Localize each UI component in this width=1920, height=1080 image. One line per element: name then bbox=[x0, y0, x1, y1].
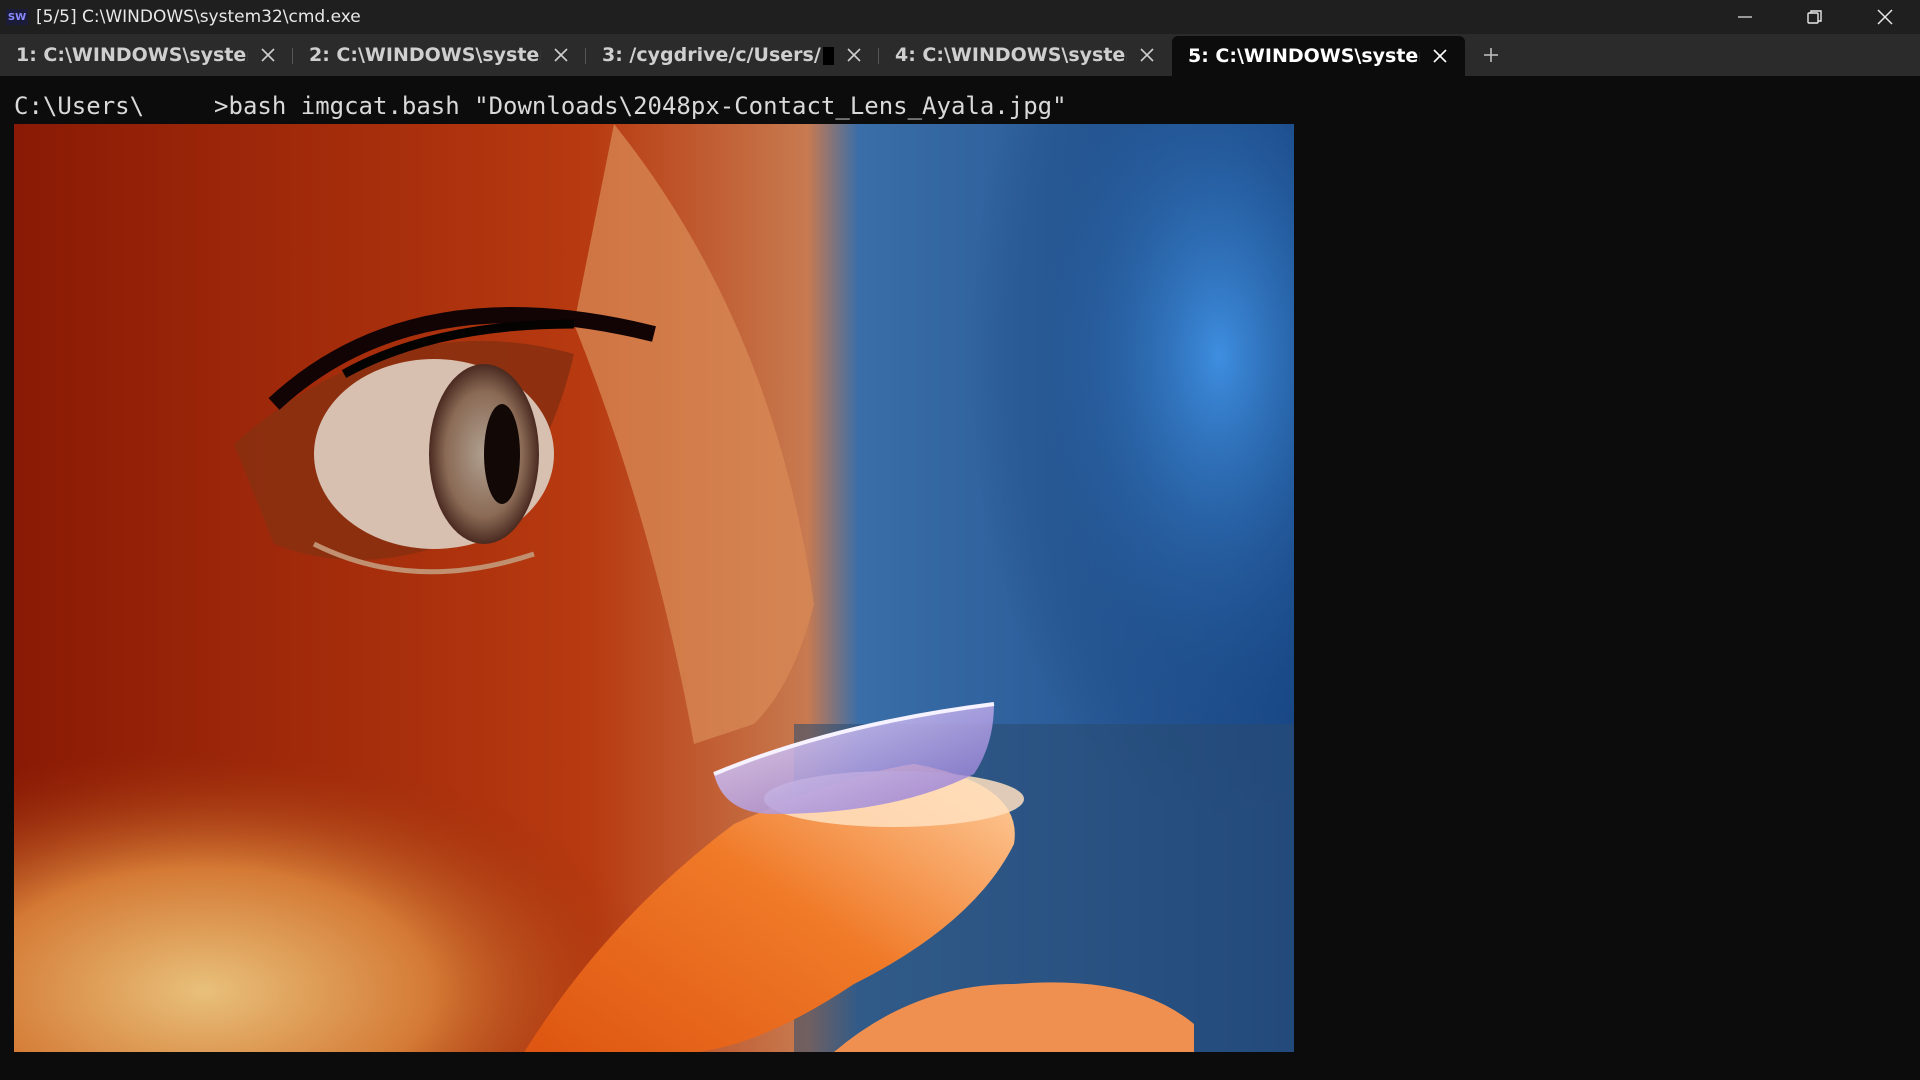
tab-label: 3: /cygdrive/c/Users/ bbox=[602, 44, 834, 66]
close-icon bbox=[1877, 9, 1893, 25]
restore-button[interactable] bbox=[1780, 0, 1850, 34]
close-icon bbox=[1433, 49, 1447, 63]
tab-label: 1: C:\WINDOWS\system32\c bbox=[16, 44, 248, 66]
tab-5[interactable]: 5: C:\WINDOWS\system32\c bbox=[1172, 36, 1465, 76]
close-icon bbox=[1140, 48, 1154, 62]
command-text: >bash imgcat.bash "Downloads\2048px-Cont… bbox=[214, 92, 1067, 120]
close-icon bbox=[554, 48, 568, 62]
close-window-button[interactable] bbox=[1850, 0, 1920, 34]
redacted-username bbox=[822, 46, 834, 65]
rendered-image bbox=[14, 124, 1294, 1052]
restore-icon bbox=[1807, 10, 1822, 24]
tab-3[interactable]: 3: /cygdrive/c/Users/ bbox=[586, 38, 879, 72]
tab-label-text: 3: /cygdrive/c/Users/ bbox=[602, 44, 821, 66]
window-title: [5/5] C:\WINDOWS\system32\cmd.exe bbox=[36, 7, 361, 27]
terminal-app-icon: SW bbox=[6, 9, 28, 25]
close-icon bbox=[261, 48, 275, 62]
plus-icon bbox=[1484, 48, 1498, 62]
tab-bar: 1: C:\WINDOWS\system32\c 2: C:\WINDOWS\s… bbox=[0, 34, 1920, 76]
tab-close-button[interactable] bbox=[1136, 44, 1158, 66]
tab-close-button[interactable] bbox=[550, 44, 572, 66]
tab-close-button[interactable] bbox=[1429, 45, 1451, 67]
tab-label: 5: C:\WINDOWS\system32\c bbox=[1188, 45, 1420, 67]
tab-2[interactable]: 2: C:\WINDOWS\system32\c bbox=[293, 38, 586, 72]
prompt-prefix: C:\Users\ bbox=[14, 92, 145, 120]
new-tab-button[interactable] bbox=[1471, 38, 1511, 72]
window-controls bbox=[1710, 0, 1920, 34]
minimize-icon bbox=[1738, 16, 1752, 18]
tab-close-button[interactable] bbox=[257, 44, 279, 66]
command-line: C:\Users\ >bash imgcat.bash "Downloads\20… bbox=[14, 92, 1067, 120]
tab-close-button[interactable] bbox=[843, 44, 865, 66]
terminal-output[interactable]: C:\Users\ >bash imgcat.bash "Downloads\20… bbox=[0, 76, 1920, 1080]
close-icon bbox=[847, 48, 861, 62]
tab-label: 2: C:\WINDOWS\system32\c bbox=[309, 44, 541, 66]
tab-1[interactable]: 1: C:\WINDOWS\system32\c bbox=[0, 38, 293, 72]
contact-lens-photo bbox=[14, 124, 1294, 1052]
tab-4[interactable]: 4: C:\WINDOWS\system32\c bbox=[879, 38, 1172, 72]
title-bar: SW [5/5] C:\WINDOWS\system32\cmd.exe bbox=[0, 0, 1920, 34]
minimize-button[interactable] bbox=[1710, 0, 1780, 34]
tab-label: 4: C:\WINDOWS\system32\c bbox=[895, 44, 1127, 66]
